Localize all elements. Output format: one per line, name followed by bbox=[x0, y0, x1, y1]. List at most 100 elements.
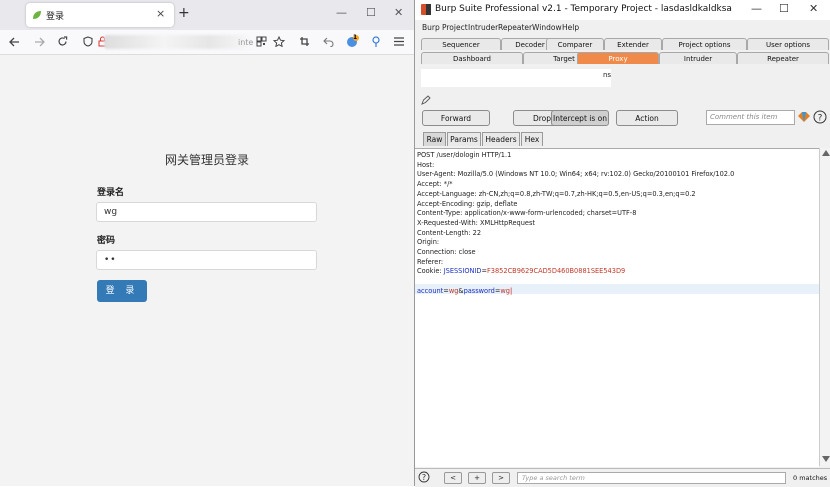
text-cursor: | bbox=[510, 286, 513, 295]
help-icon[interactable]: ? bbox=[813, 110, 827, 124]
tab-close-icon[interactable]: × bbox=[156, 7, 165, 20]
burp-maximize-button[interactable]: ☐ bbox=[779, 2, 789, 15]
tab-dashboard[interactable]: Dashboard bbox=[421, 52, 523, 64]
burp-minimize-button[interactable]: — bbox=[751, 2, 762, 15]
bookmark-star-icon[interactable] bbox=[273, 36, 285, 47]
tab-bar: 登录 × + — ☐ ✕ bbox=[0, 0, 414, 30]
highlight-color-icon[interactable] bbox=[798, 112, 810, 122]
header-line: Accept: */* bbox=[417, 180, 453, 189]
qr-code-icon[interactable] bbox=[256, 36, 267, 47]
editor-scrollbar[interactable] bbox=[819, 148, 830, 466]
header-line: Content-Length: 22 bbox=[417, 228, 482, 237]
intercept-toggle[interactable]: Intercept is on bbox=[551, 110, 609, 126]
header-line: Content-Type: application/x-www-form-url… bbox=[417, 209, 637, 218]
header-line: Referer: bbox=[417, 257, 444, 266]
tab-intruder[interactable]: Intruder bbox=[659, 52, 737, 64]
password-input[interactable]: •• bbox=[96, 250, 317, 270]
close-window-button[interactable]: ✕ bbox=[394, 6, 403, 19]
request-editor[interactable]: POST /user/dologin HTTP/1.1 Host: User-A… bbox=[415, 148, 819, 467]
maximize-button[interactable]: ☐ bbox=[366, 6, 376, 19]
burp-close-button[interactable]: ✕ bbox=[809, 2, 818, 15]
subtab-options-fragment[interactable]: ns bbox=[603, 71, 611, 79]
shield-icon[interactable] bbox=[83, 36, 93, 47]
cookie-value: F3852CB9629CAD5D460B0881SEE543D9 bbox=[487, 267, 626, 276]
login-button[interactable]: 登 录 bbox=[97, 280, 147, 302]
raw-request[interactable]: POST /user/dologin HTTP/1.1 Host: User-A… bbox=[417, 151, 734, 297]
header-line: Accept-Language: zh-CN,zh;q=0.8,zh-TW;q=… bbox=[417, 189, 696, 198]
header-line: Accept-Encoding: gzip, deflate bbox=[417, 199, 518, 208]
menu-window[interactable]: Window bbox=[532, 23, 562, 32]
body-param-password: password bbox=[463, 286, 495, 295]
burp-window-title: Burp Suite Professional v2.1 - Temporary… bbox=[435, 4, 732, 14]
page-content bbox=[0, 55, 414, 486]
undo-icon[interactable] bbox=[323, 36, 334, 47]
tab-sequencer[interactable]: Sequencer bbox=[421, 38, 501, 50]
header-line: Connection: close bbox=[417, 248, 476, 257]
pin-icon[interactable] bbox=[372, 36, 380, 48]
back-icon[interactable] bbox=[9, 37, 20, 47]
login-title: 网关管理员登录 bbox=[164, 153, 249, 167]
scroll-down-icon[interactable] bbox=[822, 456, 830, 462]
firefox-window: 登录 × + — ☐ ✕ inte 1 网关管理员登录 登录名 wg 密码 ••… bbox=[0, 0, 414, 486]
view-tab-params[interactable]: Params bbox=[447, 132, 481, 146]
tab-repeater[interactable]: Repeater bbox=[737, 52, 829, 64]
search-help-icon[interactable]: ? bbox=[418, 471, 430, 483]
prev-match-button[interactable]: < bbox=[444, 472, 462, 484]
next-match-button[interactable]: > bbox=[492, 472, 510, 484]
burp-menubar: Burp Project Intruder Repeater Window He… bbox=[415, 21, 830, 35]
tab-project-options[interactable]: Project options bbox=[662, 38, 747, 50]
scroll-up-icon[interactable] bbox=[822, 150, 830, 156]
body-value-password: wg bbox=[500, 286, 510, 295]
menu-icon[interactable] bbox=[394, 37, 404, 46]
url-bar[interactable] bbox=[104, 35, 254, 49]
reload-icon[interactable] bbox=[57, 36, 68, 47]
request-line: POST /user/dologin HTTP/1.1 bbox=[417, 151, 512, 159]
forward-icon[interactable] bbox=[34, 37, 45, 47]
view-tab-headers[interactable]: Headers bbox=[482, 132, 520, 146]
header-line: Host: bbox=[417, 160, 435, 169]
burp-title-bar: Burp Suite Professional v2.1 - Temporary… bbox=[415, 0, 830, 20]
menu-help[interactable]: Help bbox=[562, 23, 579, 32]
search-bar: ? < + > Type a search term 0 matches bbox=[415, 468, 830, 487]
header-line: Origin: bbox=[417, 238, 440, 247]
add-button[interactable]: + bbox=[468, 472, 486, 484]
cookie-prefix: Cookie: bbox=[417, 267, 444, 276]
action-button[interactable]: Action bbox=[616, 110, 678, 126]
password-label: 密码 bbox=[97, 236, 116, 246]
tab-user-options[interactable]: User options bbox=[747, 38, 829, 50]
forward-button[interactable]: Forward bbox=[422, 110, 490, 126]
burp-window: Burp Suite Professional v2.1 - Temporary… bbox=[414, 0, 830, 487]
tab-extender[interactable]: Extender bbox=[604, 38, 662, 50]
tab-title: 登录 bbox=[46, 12, 65, 22]
cookie-key: JSESSIONID bbox=[443, 267, 482, 276]
crop-icon[interactable] bbox=[299, 36, 310, 47]
burp-logo-icon bbox=[421, 4, 431, 15]
match-count: 0 matches bbox=[793, 474, 828, 482]
new-tab-button[interactable]: + bbox=[178, 5, 190, 21]
minimize-button[interactable]: — bbox=[336, 6, 347, 19]
svg-text:?: ? bbox=[422, 473, 426, 482]
menu-repeater[interactable]: Repeater bbox=[498, 23, 532, 32]
username-label: 登录名 bbox=[97, 188, 125, 198]
comment-input[interactable]: Comment this item bbox=[706, 110, 795, 125]
browser-tab[interactable]: 登录 × bbox=[26, 3, 174, 27]
menu-project[interactable]: Project bbox=[442, 23, 468, 32]
proxy-subtabs[interactable] bbox=[421, 69, 611, 87]
tab-proxy[interactable]: Proxy bbox=[577, 52, 659, 64]
pencil-icon[interactable] bbox=[421, 95, 431, 105]
view-tab-hex[interactable]: Hex bbox=[521, 132, 543, 146]
menu-intruder[interactable]: Intruder bbox=[468, 23, 498, 32]
leaf-icon bbox=[33, 11, 41, 19]
body-value-account: wg bbox=[448, 286, 459, 295]
username-input[interactable]: wg bbox=[96, 202, 317, 222]
url-text: inte bbox=[238, 38, 254, 47]
header-line: User-Agent: Mozilla/5.0 (Windows NT 10.0… bbox=[417, 170, 735, 179]
view-tab-raw[interactable]: Raw bbox=[423, 132, 446, 146]
extension-badge: 1 bbox=[353, 34, 358, 41]
menu-burp[interactable]: Burp bbox=[422, 23, 440, 32]
tab-comparer[interactable]: Comparer bbox=[546, 38, 604, 50]
search-term-input[interactable]: Type a search term bbox=[517, 472, 786, 484]
svg-text:?: ? bbox=[818, 114, 823, 124]
nav-toolbar: inte 1 bbox=[0, 30, 414, 55]
body-param-account: account bbox=[417, 286, 444, 295]
